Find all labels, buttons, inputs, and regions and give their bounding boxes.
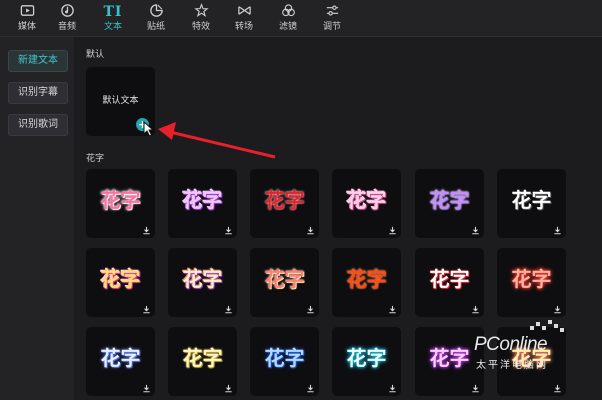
- fancy-text-card[interactable]: 花字: [415, 169, 484, 238]
- fancy-text-preview: 花字: [182, 188, 223, 212]
- download-icon[interactable]: [553, 226, 562, 235]
- download-icon[interactable]: [553, 305, 562, 314]
- download-icon[interactable]: [224, 226, 233, 235]
- download-icon[interactable]: [388, 226, 397, 235]
- download-icon[interactable]: [471, 305, 480, 314]
- download-icon[interactable]: [306, 384, 315, 393]
- fancy-text-card[interactable]: 花字: [168, 327, 237, 396]
- fancy-text-preview: 花字: [100, 188, 141, 212]
- download-icon[interactable]: [553, 384, 562, 393]
- fancy-text-preview: 花字: [346, 346, 387, 370]
- fancy-text-card[interactable]: 花字: [168, 248, 237, 317]
- watermark-subtitle: 太平洋电脑网: [476, 360, 548, 371]
- fancy-text-card[interactable]: 花字: [497, 248, 566, 317]
- fancy-text-preview: 花字: [264, 346, 305, 370]
- fancy-text-preview: 花字: [182, 346, 223, 370]
- download-icon[interactable]: [388, 384, 397, 393]
- fancy-text-preview: 花字: [511, 267, 552, 291]
- fancy-text-preview: 花字: [264, 188, 305, 212]
- download-icon[interactable]: [224, 305, 233, 314]
- fancy-text-card[interactable]: 花字: [168, 169, 237, 238]
- fancy-text-preview: 花字: [100, 267, 141, 291]
- fancy-text-card[interactable]: 花字: [497, 169, 566, 238]
- fancy-text-card[interactable]: 花字: [415, 248, 484, 317]
- fancy-text-card[interactable]: 花字: [332, 248, 401, 317]
- fancy-text-section-title: 花字: [86, 154, 105, 164]
- fancy-text-preview: 花字: [100, 346, 141, 370]
- download-icon[interactable]: [306, 305, 315, 314]
- watermark-brand: PConline: [474, 334, 548, 355]
- fancy-text-preview: 花字: [429, 188, 470, 212]
- pconline-watermark: PConline 太平洋电脑网: [474, 318, 600, 371]
- download-icon[interactable]: [471, 384, 480, 393]
- fancy-text-card[interactable]: 花字: [332, 327, 401, 396]
- fancy-text-preview: 花字: [182, 267, 223, 291]
- fancy-text-preview: 花字: [346, 188, 387, 212]
- download-icon[interactable]: [224, 384, 233, 393]
- fancy-text-card[interactable]: 花字: [86, 169, 155, 238]
- download-icon[interactable]: [142, 384, 151, 393]
- download-icon[interactable]: [142, 305, 151, 314]
- download-icon[interactable]: [306, 226, 315, 235]
- fancy-text-preview: 花字: [429, 267, 470, 291]
- fancy-text-preview: 花字: [264, 267, 305, 291]
- fancy-text-card[interactable]: 花字: [250, 169, 319, 238]
- download-icon[interactable]: [388, 305, 397, 314]
- download-icon[interactable]: [142, 226, 151, 235]
- fancy-text-card[interactable]: 花字: [86, 327, 155, 396]
- fancy-text-preview: 花字: [511, 188, 552, 212]
- fancy-text-card[interactable]: 花字: [332, 169, 401, 238]
- download-icon[interactable]: [471, 226, 480, 235]
- fancy-text-preview: 花字: [346, 267, 387, 291]
- fancy-text-card[interactable]: 花字: [250, 327, 319, 396]
- fancy-text-card[interactable]: 花字: [86, 248, 155, 317]
- fancy-text-card[interactable]: 花字: [250, 248, 319, 317]
